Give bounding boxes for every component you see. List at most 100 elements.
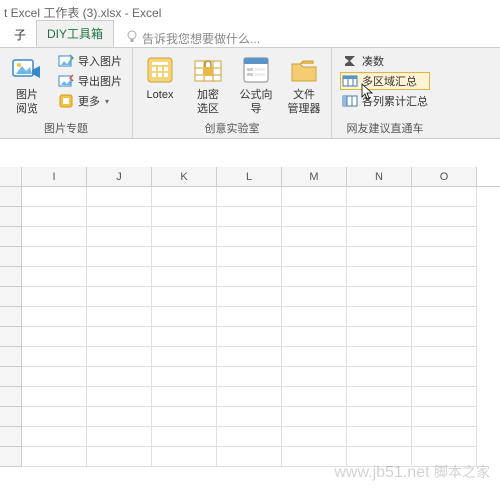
cell[interactable] (217, 327, 282, 347)
cell[interactable] (87, 387, 152, 407)
cell[interactable] (217, 207, 282, 227)
cell[interactable] (152, 347, 217, 367)
row-header[interactable] (0, 407, 22, 427)
cell[interactable] (347, 427, 412, 447)
cell[interactable] (282, 247, 347, 267)
cell[interactable] (87, 247, 152, 267)
cell[interactable] (217, 427, 282, 447)
cell[interactable] (87, 447, 152, 467)
col-header[interactable]: I (22, 167, 87, 186)
cou-number-button[interactable]: 凑数 (340, 52, 430, 70)
cell[interactable] (412, 407, 477, 427)
cell[interactable] (347, 207, 412, 227)
cell[interactable] (347, 307, 412, 327)
cell[interactable] (347, 407, 412, 427)
col-header-edge[interactable] (0, 167, 22, 186)
cell[interactable] (22, 327, 87, 347)
cell[interactable] (217, 307, 282, 327)
cell[interactable] (87, 347, 152, 367)
cell[interactable] (22, 267, 87, 287)
cell[interactable] (87, 227, 152, 247)
cell[interactable] (152, 387, 217, 407)
row-header[interactable] (0, 267, 22, 287)
cell[interactable] (217, 387, 282, 407)
cell[interactable] (152, 367, 217, 387)
cell[interactable] (347, 347, 412, 367)
cell[interactable] (152, 187, 217, 207)
cell[interactable] (282, 427, 347, 447)
cell[interactable] (282, 207, 347, 227)
cell[interactable] (87, 327, 152, 347)
cell[interactable] (282, 387, 347, 407)
row-header[interactable] (0, 287, 22, 307)
cell[interactable] (412, 387, 477, 407)
cell[interactable] (22, 307, 87, 327)
cell[interactable] (347, 367, 412, 387)
cell[interactable] (22, 287, 87, 307)
cell[interactable] (22, 207, 87, 227)
multi-region-summary-button[interactable]: 多区域汇总 (340, 72, 430, 90)
tab-left-partial[interactable]: 子 (4, 22, 36, 47)
cell[interactable] (412, 187, 477, 207)
cell[interactable] (152, 287, 217, 307)
row-header[interactable] (0, 427, 22, 447)
cell[interactable] (22, 427, 87, 447)
cell[interactable] (87, 207, 152, 227)
row-header[interactable] (0, 367, 22, 387)
cell[interactable] (217, 227, 282, 247)
cell[interactable] (217, 367, 282, 387)
cell[interactable] (87, 267, 152, 287)
cell[interactable] (217, 267, 282, 287)
column-cumulative-button[interactable]: 各列累计汇总 (340, 92, 430, 110)
cell[interactable] (347, 327, 412, 347)
cell[interactable] (217, 187, 282, 207)
cell[interactable] (22, 367, 87, 387)
cell[interactable] (347, 247, 412, 267)
cell[interactable] (22, 407, 87, 427)
cell[interactable] (152, 447, 217, 467)
tab-diy-toolbox[interactable]: DIY工具箱 (36, 20, 114, 47)
col-header[interactable]: L (217, 167, 282, 186)
cell[interactable] (347, 267, 412, 287)
col-header[interactable]: M (282, 167, 347, 186)
cell[interactable] (152, 247, 217, 267)
cell[interactable] (152, 307, 217, 327)
cell[interactable] (217, 407, 282, 427)
cell[interactable] (412, 267, 477, 287)
cell[interactable] (87, 287, 152, 307)
row-header[interactable] (0, 347, 22, 367)
cell[interactable] (282, 267, 347, 287)
cell[interactable] (412, 367, 477, 387)
cell[interactable] (87, 307, 152, 327)
cell[interactable] (282, 327, 347, 347)
cell[interactable] (22, 387, 87, 407)
tell-me-box[interactable]: 告诉我您想要做什么... (114, 30, 260, 47)
row-header[interactable] (0, 307, 22, 327)
cell[interactable] (412, 227, 477, 247)
cell[interactable] (87, 367, 152, 387)
cell[interactable] (22, 227, 87, 247)
cell[interactable] (412, 327, 477, 347)
cell[interactable] (22, 247, 87, 267)
cell[interactable] (152, 267, 217, 287)
cell[interactable] (412, 347, 477, 367)
cell[interactable] (152, 407, 217, 427)
cell[interactable] (152, 207, 217, 227)
cell[interactable] (87, 427, 152, 447)
row-header[interactable] (0, 387, 22, 407)
cell[interactable] (282, 187, 347, 207)
export-image-button[interactable]: 导出图片 (56, 72, 124, 90)
cell[interactable] (412, 427, 477, 447)
cell[interactable] (282, 307, 347, 327)
cell[interactable] (87, 407, 152, 427)
row-header[interactable] (0, 247, 22, 267)
col-header[interactable]: N (347, 167, 412, 186)
col-header[interactable]: O (412, 167, 477, 186)
cell[interactable] (282, 407, 347, 427)
more-button[interactable]: 更多▾ (56, 92, 124, 110)
cell[interactable] (217, 447, 282, 467)
row-header[interactable] (0, 187, 22, 207)
cell[interactable] (22, 187, 87, 207)
col-header[interactable]: K (152, 167, 217, 186)
cell[interactable] (412, 207, 477, 227)
